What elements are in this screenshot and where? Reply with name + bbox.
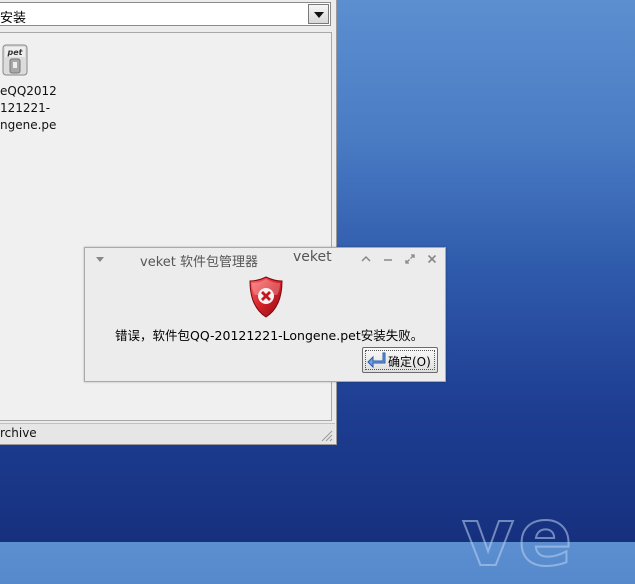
combo-value: 安装: [0, 11, 27, 26]
dialog-title: veket 软件包管理器: [140, 255, 258, 270]
ok-button[interactable]: 确定(O): [362, 347, 438, 373]
file-name[interactable]: eQQ2012 121221- ngene.pe: [0, 83, 60, 134]
package-file-icon[interactable]: pet: [2, 44, 28, 76]
enter-arrow-icon: [367, 352, 386, 369]
desktop-logo: ve: [461, 491, 577, 584]
error-shield-icon: [249, 276, 283, 318]
window-menu-icon[interactable]: [94, 253, 106, 265]
shade-icon[interactable]: [360, 253, 372, 265]
maximize-icon[interactable]: [404, 253, 416, 265]
status-text: rchive: [0, 426, 37, 440]
location-combobox[interactable]: 安装: [0, 2, 331, 26]
resize-grip-icon[interactable]: [319, 428, 333, 442]
minimize-icon[interactable]: [382, 253, 394, 265]
pet-badge-text: pet: [7, 48, 24, 57]
dialog-titlebar[interactable]: veket 软件包管理器 veket: [85, 248, 445, 270]
close-icon[interactable]: [426, 253, 438, 265]
error-message: 错误，软件包QQ-20121221-Longene.pet安装失败。: [115, 328, 424, 343]
ok-button-label: 确定(O): [388, 355, 431, 369]
status-bar: rchive: [0, 423, 335, 444]
chevron-down-icon[interactable]: [308, 4, 329, 24]
error-dialog: veket 软件包管理器 veket 错误，软件包QQ-20121221-Lon…: [84, 247, 446, 382]
dialog-app-name: veket: [293, 249, 332, 265]
